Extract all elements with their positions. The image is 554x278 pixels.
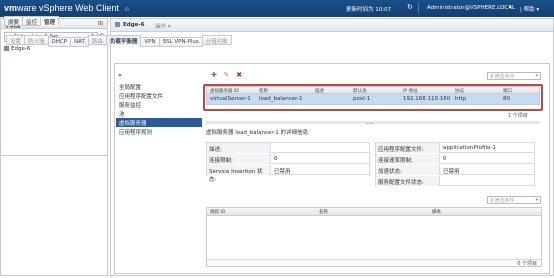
- filter-placeholder: 筛选条件: [494, 74, 515, 80]
- detail-key: 描述:: [207, 143, 271, 153]
- column-header[interactable]: 脚本: [432, 209, 441, 215]
- tab-load-balancer[interactable]: 负载平衡器: [105, 35, 142, 45]
- detail-row: 描述:: [207, 143, 369, 153]
- detail-row: 连接速率限制: 0: [376, 154, 534, 164]
- vs-toolbar: ✚ ✎ ✖: [211, 71, 247, 79]
- detail-key: Service Insertion 状态:: [207, 165, 271, 183]
- load-balancer-menu: « 全局配置 应用程序配置文件 服务监控 池 虚拟服务器 应用程序规则: [116, 72, 202, 136]
- rules-table-footer: 0 个项目: [207, 259, 541, 267]
- column-header[interactable]: 名称: [319, 209, 328, 215]
- tab-settings[interactable]: 设置: [6, 35, 26, 45]
- detail-key: 服务配置文件状态:: [376, 176, 440, 186]
- detail-value: 0: [443, 156, 447, 162]
- grip-icon[interactable]: •••: [366, 121, 373, 126]
- brand-vm: vm: [4, 3, 18, 13]
- nav-item-label: Edge-6: [11, 46, 31, 52]
- object-title: Edge-6: [123, 22, 145, 28]
- brand-product: vSphere Web Client: [39, 3, 119, 13]
- edge-icon: [4, 46, 9, 51]
- filter-placeholder: 筛选条件: [494, 198, 515, 204]
- updated-time: 更新时间为 10:07: [346, 7, 392, 13]
- tab-dhcp[interactable]: DHCP: [47, 37, 72, 47]
- vs-item-count: 1 个项目: [508, 113, 528, 119]
- menu-item-service-monitor[interactable]: 服务监控: [116, 100, 202, 109]
- menu-item-app-profiles[interactable]: 应用程序配置文件: [116, 91, 202, 100]
- pin-icon[interactable]: ⊞: [98, 20, 103, 27]
- vs-filter-input[interactable]: ⚲筛选条件 ▾: [487, 72, 541, 80]
- edge-icon: [115, 22, 120, 27]
- top-bar: vmware vSphere Web Client ⌂ 更新时间为 10:07 …: [0, 0, 554, 17]
- column-header[interactable]: 规则 ID: [210, 209, 225, 215]
- edit-icon[interactable]: ✎: [224, 71, 230, 79]
- detail-key: 应用程序配置文件:: [376, 143, 440, 153]
- filter-icon: ⚲: [490, 74, 494, 80]
- detail-right-panel: 应用程序配置文件: applicationProfile-1 连接速率限制: 0…: [375, 142, 535, 187]
- tab-ssl-vpn-plus[interactable]: SSL VPN-Plus: [158, 37, 203, 47]
- navigator-panel: 导航器 ⊞ ◂ Networking & Sec... 1 ⟲ Edge-6: [0, 18, 108, 276]
- rules-filter-input[interactable]: ⚲筛选条件 ▾: [487, 196, 541, 204]
- object-header: Edge-6 操作 ▾: [111, 19, 553, 32]
- table-header: 规则 ID 名称 脚本: [207, 208, 541, 216]
- detail-row: 应用程序配置文件: applicationProfile-1: [376, 143, 534, 153]
- delete-icon[interactable]: ✖: [236, 71, 242, 79]
- filter-icon: ⚲: [490, 198, 494, 204]
- detail-left-panel: 描述: 连接限制: 0 Service Insertion 状态: 已禁用: [206, 142, 370, 183]
- navigator-divider: [1, 155, 107, 156]
- chevron-down-icon[interactable]: ▾: [535, 73, 538, 79]
- detail-row: Service Insertion 状态: 已禁用: [207, 165, 369, 183]
- detail-key: 连接速率限制:: [376, 154, 440, 164]
- detail-row: 服务配置文件状态:: [376, 176, 534, 186]
- tab-firewall[interactable]: 防火墙: [24, 35, 49, 45]
- separator: [418, 3, 419, 13]
- refresh-icon[interactable]: ↻: [407, 3, 413, 11]
- detail-value: 0: [274, 156, 278, 162]
- nav-item-edge-6[interactable]: Edge-6: [4, 46, 30, 52]
- tab-nat[interactable]: NAT: [70, 37, 89, 47]
- detail-value: applicationProfile-1: [443, 145, 496, 151]
- menu-item-app-rules[interactable]: 应用程序规则: [116, 127, 202, 136]
- add-icon[interactable]: ✚: [211, 71, 217, 79]
- detail-row: 加速状态: 已禁用: [376, 165, 534, 175]
- menu-item-global-config[interactable]: 全局配置: [116, 82, 202, 91]
- detail-row: 连接限制: 0: [207, 154, 369, 164]
- tab-routing[interactable]: 路由: [87, 35, 107, 45]
- collapse-icon[interactable]: «: [118, 72, 202, 79]
- detail-value: 已禁用: [443, 169, 460, 175]
- pane-splitter[interactable]: •••: [206, 121, 540, 126]
- rules-table: 规则 ID 名称 脚本 0 个项目: [206, 207, 542, 267]
- menu-item-virtual-servers[interactable]: 虚拟服务器: [116, 118, 202, 127]
- user-caret-icon[interactable]: ▾: [509, 4, 512, 10]
- detail-key: 连接限制:: [207, 154, 271, 164]
- home-icon[interactable]: ⌂: [124, 6, 128, 13]
- actions-menu[interactable]: 操作 ▾: [155, 22, 171, 30]
- tab-summary[interactable]: 摘要: [4, 16, 24, 26]
- tab-manage[interactable]: 管理: [40, 16, 60, 26]
- tab-grouping-objects[interactable]: 分组对象: [201, 35, 232, 45]
- secondary-tabs: 设置 防火墙 DHCP NAT 路由 负载平衡器 VPN SSL VPN-Plus 分组对象: [6, 35, 232, 47]
- help-menu[interactable]: | 帮助 ▾: [520, 5, 539, 13]
- tab-vpn[interactable]: VPN: [140, 37, 160, 47]
- detail-value: 已禁用: [274, 169, 291, 175]
- menu-item-pools[interactable]: 池: [116, 109, 202, 118]
- selection-highlight-box: [203, 84, 543, 111]
- brand-ware: ware: [17, 3, 37, 13]
- detail-title: 虚拟服务器 load_balancer-1 的详细信息:: [206, 130, 310, 136]
- detail-key: 加速状态:: [376, 165, 440, 175]
- primary-tabs: 摘要 监控 管理: [4, 16, 60, 26]
- user-menu[interactable]: Administrator@VSPHERE.LOCAL: [427, 5, 515, 11]
- brand-logo: vmware vSphere Web Client ⌂: [4, 3, 129, 13]
- chevron-down-icon[interactable]: ▾: [535, 197, 538, 203]
- tab-monitor[interactable]: 监控: [22, 16, 42, 26]
- rules-item-count: 0 个项目: [517, 261, 537, 267]
